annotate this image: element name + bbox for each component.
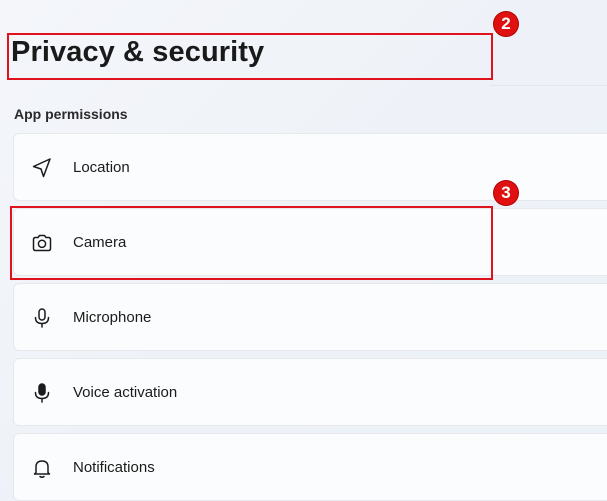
permission-item-microphone[interactable]: Microphone (13, 283, 607, 351)
permission-item-notifications[interactable]: Notifications (13, 433, 607, 501)
permission-label: Voice activation (73, 384, 178, 401)
microphone-icon (30, 306, 54, 330)
header-divider (490, 85, 607, 86)
permission-item-camera[interactable]: Camera (13, 208, 607, 276)
section-label-app-permissions: App permissions (14, 106, 128, 122)
permission-label: Camera (73, 234, 127, 251)
notifications-icon (30, 456, 54, 480)
permission-item-voice-activation[interactable]: Voice activation (13, 358, 607, 426)
voice-activation-icon (30, 381, 54, 405)
permission-label: Microphone (73, 309, 152, 326)
annotation-badge: 2 (494, 12, 518, 36)
location-icon (30, 156, 54, 180)
permission-label: Location (73, 159, 130, 176)
page-title: Privacy & security (11, 36, 265, 68)
camera-icon (30, 231, 54, 255)
annotation-badge: 3 (494, 181, 518, 205)
permission-label: Notifications (73, 459, 155, 476)
